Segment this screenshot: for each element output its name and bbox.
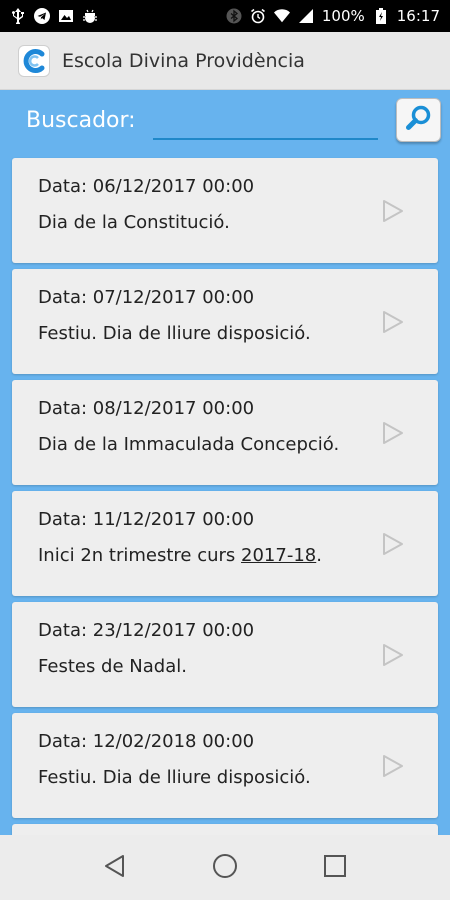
event-card[interactable]: Data: 23/12/2017 00:00 Festes de Nadal. bbox=[12, 602, 438, 707]
alarm-icon bbox=[250, 8, 266, 24]
event-description: Festes de Nadal. bbox=[38, 656, 187, 677]
bluetooth-icon bbox=[226, 8, 242, 24]
event-description: Festiu. Dia de lliure disposició. bbox=[38, 323, 311, 344]
school-year-link[interactable]: 2017-18 bbox=[241, 545, 316, 566]
usb-icon bbox=[10, 8, 26, 24]
main-content: Buscador: Data: 06/12/2017 00:00 Dia de … bbox=[0, 90, 450, 835]
event-date: Data: 07/12/2017 00:00 bbox=[38, 287, 255, 308]
app-logo-icon bbox=[18, 44, 50, 77]
chevron-right-icon bbox=[382, 310, 404, 334]
event-card[interactable]: Data: 06/12/2017 00:00 Dia de la Constit… bbox=[12, 158, 438, 263]
chevron-right-icon bbox=[382, 643, 404, 667]
signal-icon bbox=[298, 8, 314, 24]
event-date: Data: 08/12/2017 00:00 bbox=[38, 398, 255, 419]
clock: 16:17 bbox=[396, 7, 440, 25]
search-label: Buscador: bbox=[26, 108, 136, 133]
status-bar: 100% 16:17 bbox=[0, 0, 450, 32]
battery-icon bbox=[373, 8, 389, 24]
battery-percent: 100% bbox=[321, 7, 365, 25]
home-button[interactable] bbox=[205, 848, 245, 888]
back-triangle-icon bbox=[104, 854, 126, 882]
event-date: Data: 06/12/2017 00:00 bbox=[38, 176, 255, 197]
app-title: Escola Divina Providència bbox=[62, 49, 305, 72]
event-description: Dia de la Constitució. bbox=[38, 212, 230, 233]
search-button[interactable] bbox=[396, 98, 441, 142]
event-card[interactable]: Data: 07/12/2017 00:00 Festiu. Dia de ll… bbox=[12, 269, 438, 374]
android-debug-icon bbox=[82, 8, 98, 24]
search-icon bbox=[405, 104, 433, 136]
back-button[interactable] bbox=[95, 848, 135, 888]
search-input[interactable] bbox=[153, 110, 378, 140]
event-description-end: . bbox=[316, 545, 322, 566]
chevron-right-icon bbox=[382, 421, 404, 445]
recents-button[interactable] bbox=[315, 848, 355, 888]
telegram-icon bbox=[34, 8, 50, 24]
chevron-right-icon bbox=[382, 199, 404, 223]
system-icons: 100% 16:17 bbox=[226, 7, 440, 25]
search-row: Buscador: bbox=[0, 90, 450, 156]
event-description: Inici 2n trimestre curs 2017-18. bbox=[38, 545, 322, 566]
chevron-right-icon bbox=[382, 532, 404, 556]
chevron-right-icon bbox=[382, 754, 404, 778]
event-card[interactable]: Data: 08/12/2017 00:00 Dia de la Immacul… bbox=[12, 380, 438, 485]
recents-square-icon bbox=[323, 854, 347, 882]
event-card-partial[interactable] bbox=[12, 824, 438, 835]
home-circle-icon bbox=[212, 853, 238, 883]
events-list: Data: 06/12/2017 00:00 Dia de la Constit… bbox=[12, 158, 438, 835]
event-date: Data: 11/12/2017 00:00 bbox=[38, 509, 255, 530]
wifi-icon bbox=[273, 8, 290, 24]
notification-icons bbox=[10, 8, 98, 24]
app-bar: Escola Divina Providència bbox=[0, 32, 450, 90]
event-description-text: Inici 2n trimestre curs bbox=[38, 545, 242, 566]
image-icon bbox=[58, 8, 74, 24]
event-description: Festiu. Dia de lliure disposició. bbox=[38, 767, 311, 788]
event-card[interactable]: Data: 12/02/2018 00:00 Festiu. Dia de ll… bbox=[12, 713, 438, 818]
event-date: Data: 12/02/2018 00:00 bbox=[38, 731, 255, 752]
event-card[interactable]: Data: 11/12/2017 00:00 Inici 2n trimestr… bbox=[12, 491, 438, 596]
event-description: Dia de la Immaculada Concepció. bbox=[38, 434, 340, 455]
event-date: Data: 23/12/2017 00:00 bbox=[38, 620, 255, 641]
navigation-bar bbox=[0, 835, 450, 900]
